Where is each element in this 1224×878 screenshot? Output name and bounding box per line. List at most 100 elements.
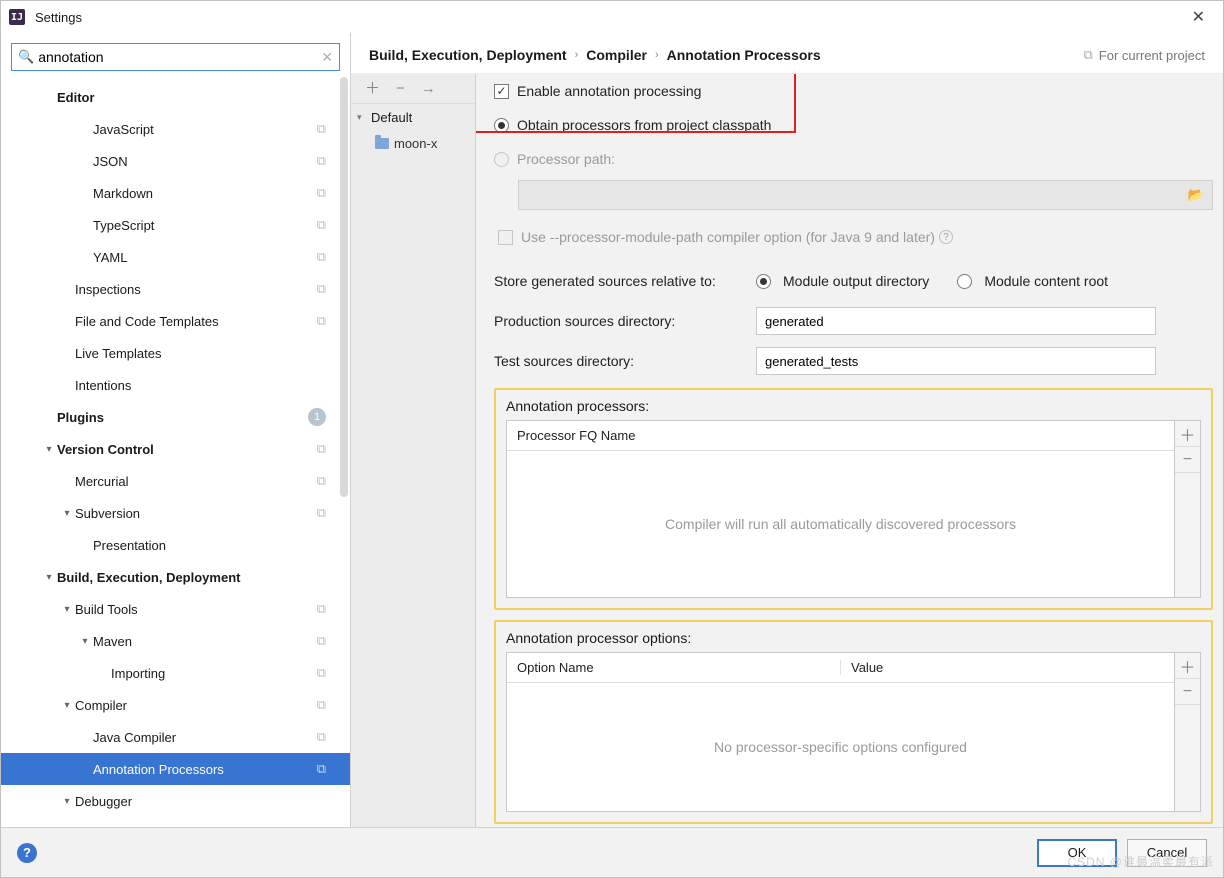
- copy-icon: ⧉: [1084, 47, 1093, 63]
- options-col-name: Option Name: [507, 660, 841, 675]
- tree-item-live-templates[interactable]: Live Templates: [1, 337, 350, 369]
- processor-path-radio[interactable]: [494, 152, 509, 167]
- tree-item-plugins[interactable]: Plugins1: [1, 401, 350, 433]
- tree-item-label: Build, Execution, Deployment: [57, 570, 326, 585]
- settings-tree[interactable]: EditorJavaScript⧉JSON⧉Markdown⧉TypeScrip…: [1, 77, 350, 827]
- ok-button[interactable]: OK: [1037, 839, 1117, 867]
- tree-item-inspections[interactable]: Inspections⧉: [1, 273, 350, 305]
- tree-item-label: Java Compiler: [93, 730, 317, 745]
- add-profile-icon[interactable]: ＋: [357, 81, 388, 96]
- dialog-footer: ? OK Cancel CSDN @谁最温柔最有派: [1, 827, 1223, 877]
- tree-item-java-compiler[interactable]: Java Compiler⧉: [1, 721, 350, 753]
- for-current-project-label: ⧉For current project: [1084, 47, 1206, 63]
- settings-sidebar: 🔍 ✕ EditorJavaScript⧉JSON⧉Markdown⧉TypeS…: [1, 33, 351, 827]
- tree-item-label: Maven: [93, 634, 317, 649]
- help-icon[interactable]: ?: [939, 230, 953, 244]
- test-sources-label: Test sources directory:: [494, 353, 756, 369]
- annotation-processors-title: Annotation processors:: [506, 398, 1201, 414]
- tree-item-annotation-processors[interactable]: Annotation Processors⧉: [1, 753, 350, 785]
- cancel-button[interactable]: Cancel: [1127, 839, 1207, 867]
- tree-item-intentions[interactable]: Intentions: [1, 369, 350, 401]
- sidebar-scrollbar[interactable]: [340, 77, 348, 827]
- store-sources-row: Store generated sources relative to: Mod…: [494, 264, 1213, 298]
- tree-item-label: YAML: [93, 250, 317, 265]
- tree-item-label: Editor: [57, 90, 326, 105]
- prod-sources-row: Production sources directory:: [494, 304, 1213, 338]
- options-table[interactable]: Option Name Value No processor-specific …: [506, 652, 1175, 812]
- store-opt-output[interactable]: Module output directory: [756, 273, 929, 289]
- tree-item-maven[interactable]: ▾Maven⧉: [1, 625, 350, 657]
- copy-icon: ⧉: [317, 665, 326, 681]
- tree-item-version-control[interactable]: ▾Version Control⧉: [1, 433, 350, 465]
- test-sources-input[interactable]: [756, 347, 1156, 375]
- clear-search-icon[interactable]: ✕: [321, 49, 333, 66]
- store-sources-label: Store generated sources relative to:: [494, 273, 756, 289]
- badge: 1: [308, 408, 326, 426]
- tree-item-label: TypeScript: [93, 218, 317, 233]
- add-processor-icon[interactable]: ＋: [1175, 421, 1200, 447]
- help-button[interactable]: ?: [17, 843, 37, 863]
- remove-processor-icon[interactable]: −: [1175, 447, 1200, 473]
- tree-item-compiler[interactable]: ▾Compiler⧉: [1, 689, 350, 721]
- profile-module[interactable]: moon-x: [351, 130, 475, 156]
- enable-annotation-label: Enable annotation processing: [517, 83, 701, 99]
- processors-table[interactable]: Processor FQ Name Compiler will run all …: [506, 420, 1175, 598]
- enable-annotation-row[interactable]: Enable annotation processing: [494, 74, 1213, 108]
- copy-icon: ⧉: [317, 729, 326, 745]
- chevron-down-icon: ▾: [357, 112, 371, 123]
- breadcrumb: Build, Execution, Deployment › Compiler …: [351, 33, 1223, 74]
- module-path-label: Use --processor-module-path compiler opt…: [521, 229, 935, 245]
- tree-item-markdown[interactable]: Markdown⧉: [1, 177, 350, 209]
- close-icon[interactable]: ✕: [1182, 3, 1215, 31]
- obtain-classpath-row[interactable]: Obtain processors from project classpath: [494, 108, 1213, 142]
- tree-item-label: File and Code Templates: [75, 314, 317, 329]
- tree-item-yaml[interactable]: YAML⧉: [1, 241, 350, 273]
- module-path-row: Use --processor-module-path compiler opt…: [494, 220, 1213, 254]
- tree-item-label: Inspections: [75, 282, 317, 297]
- tree-item-subversion[interactable]: ▾Subversion⧉: [1, 497, 350, 529]
- copy-icon: ⧉: [317, 633, 326, 649]
- obtain-classpath-label: Obtain processors from project classpath: [517, 117, 771, 133]
- enable-annotation-checkbox[interactable]: [494, 84, 509, 99]
- tree-item-label: Annotation Processors: [93, 762, 317, 777]
- remove-option-icon[interactable]: −: [1175, 679, 1200, 705]
- options-col-value: Value: [841, 660, 1174, 675]
- profile-default[interactable]: ▾Default: [351, 104, 475, 130]
- processors-empty-text: Compiler will run all automatically disc…: [507, 451, 1174, 597]
- tree-item-label: Compiler: [75, 698, 317, 713]
- store-opt-output-radio[interactable]: [756, 274, 771, 289]
- tree-item-file-and-code-templates[interactable]: File and Code Templates⧉: [1, 305, 350, 337]
- copy-icon: ⧉: [317, 825, 326, 827]
- module-icon: [375, 138, 389, 149]
- tree-item-debugger[interactable]: ▾Debugger: [1, 785, 350, 817]
- store-opt-content-radio[interactable]: [957, 274, 972, 289]
- prod-sources-input[interactable]: [756, 307, 1156, 335]
- move-profile-icon[interactable]: →: [413, 81, 444, 96]
- processor-options-title: Annotation processor options:: [506, 630, 1201, 646]
- tree-item-importing[interactable]: Importing⧉: [1, 657, 350, 689]
- tree-item-json[interactable]: JSON⧉: [1, 145, 350, 177]
- search-input[interactable]: [38, 49, 321, 65]
- crumb-0[interactable]: Build, Execution, Deployment: [369, 47, 567, 63]
- tree-item-presentation[interactable]: Presentation: [1, 529, 350, 561]
- tree-item-mercurial[interactable]: Mercurial⧉: [1, 465, 350, 497]
- tree-item-build-execution-deployment[interactable]: ▾Build, Execution, Deployment: [1, 561, 350, 593]
- tree-item-editor[interactable]: Editor: [1, 81, 350, 113]
- chevron-icon: ▾: [59, 508, 75, 519]
- processor-path-row[interactable]: Processor path:: [494, 142, 1213, 176]
- tree-item-javascript[interactable]: JavaScript⧉: [1, 113, 350, 145]
- crumb-1[interactable]: Compiler: [586, 47, 647, 63]
- main-panel: Build, Execution, Deployment › Compiler …: [351, 33, 1223, 827]
- copy-icon: ⧉: [317, 697, 326, 713]
- add-option-icon[interactable]: ＋: [1175, 653, 1200, 679]
- chevron-icon: ▾: [77, 636, 93, 647]
- remove-profile-icon[interactable]: −: [388, 81, 413, 96]
- obtain-classpath-radio[interactable]: [494, 118, 509, 133]
- search-input-wrap[interactable]: 🔍 ✕: [11, 43, 340, 71]
- settings-form: Enable annotation processing Obtain proc…: [476, 74, 1223, 827]
- store-opt-content[interactable]: Module content root: [957, 273, 1108, 289]
- app-icon: IJ: [9, 9, 25, 25]
- tree-item-async-stack-traces[interactable]: Async Stack Traces⧉: [1, 817, 350, 827]
- tree-item-typescript[interactable]: TypeScript⧉: [1, 209, 350, 241]
- tree-item-build-tools[interactable]: ▾Build Tools⧉: [1, 593, 350, 625]
